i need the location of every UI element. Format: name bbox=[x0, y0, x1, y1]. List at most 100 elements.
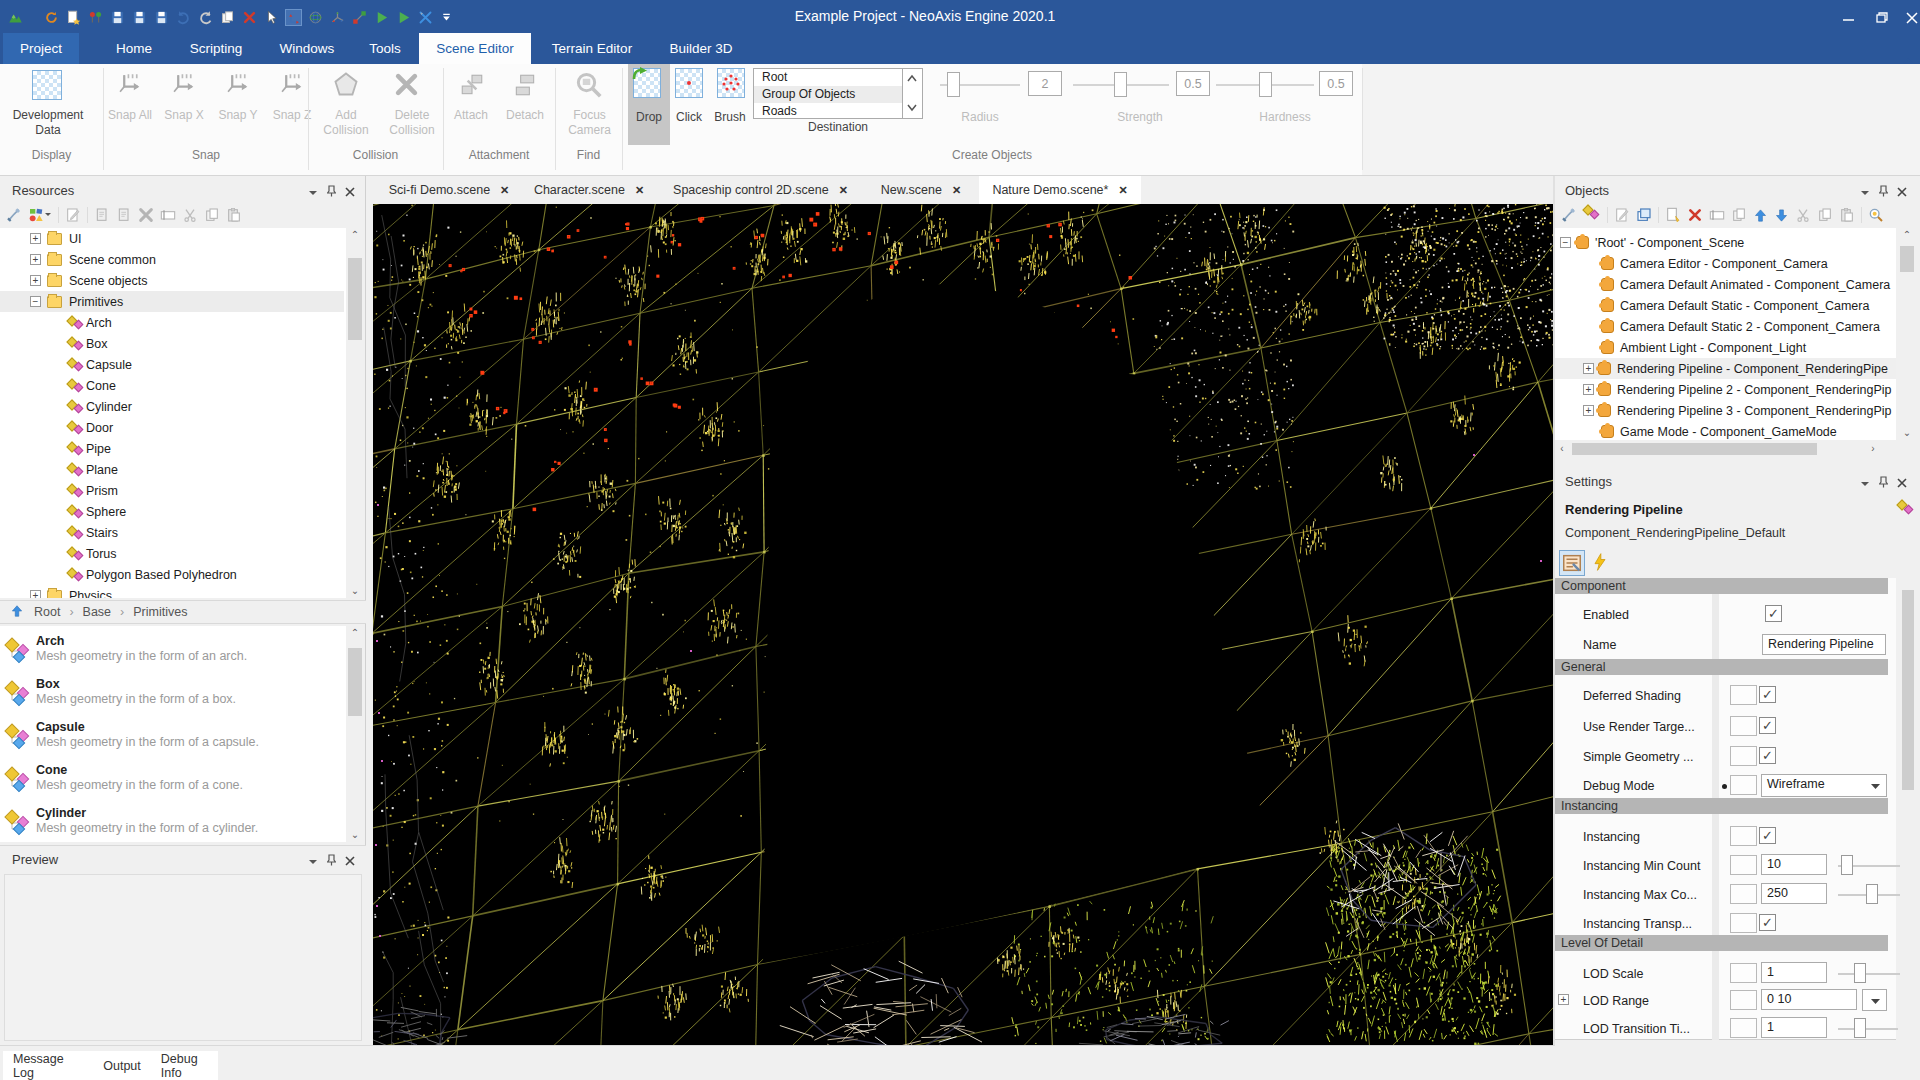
objects-menu-icon[interactable] bbox=[1860, 186, 1870, 200]
resources-tree-scrollbar[interactable]: ⌃ ⌄ bbox=[346, 228, 364, 598]
snap-all-button[interactable]: Snap All bbox=[104, 108, 156, 123]
name-field[interactable]: Rendering Pipeline bbox=[1762, 634, 1886, 655]
detach-button[interactable]: Detach bbox=[500, 108, 550, 123]
lod-range-dropdown-button[interactable] bbox=[1862, 989, 1887, 1011]
hardness-slider-handle[interactable] bbox=[1259, 72, 1272, 97]
use-render-target-checkbox[interactable]: ✓ bbox=[1759, 717, 1776, 734]
resources-edit-icon[interactable] bbox=[65, 207, 81, 223]
objects-rename-icon[interactable] bbox=[1709, 207, 1725, 223]
tab-windows[interactable]: Windows bbox=[262, 33, 352, 64]
breadcrumb-primitives[interactable]: Primitives bbox=[133, 605, 187, 619]
destination-option-root[interactable]: Root bbox=[754, 69, 922, 86]
category-component[interactable]: Component bbox=[1555, 578, 1888, 594]
attach-button[interactable]: Attach bbox=[448, 108, 494, 123]
objects-search-icon[interactable] bbox=[1868, 207, 1884, 223]
radius-slider-handle[interactable] bbox=[947, 72, 960, 97]
destination-option-group[interactable]: Group Of Objects bbox=[754, 86, 922, 103]
tree-item-ui[interactable]: +UI bbox=[0, 228, 344, 249]
objects-cut-icon[interactable] bbox=[1795, 207, 1811, 223]
object-item-camera-default-static[interactable]: Camera Default Static - Component_Camera bbox=[1555, 295, 1896, 316]
lod-scale-handle[interactable] bbox=[1854, 963, 1866, 983]
scene-tab-scifi[interactable]: Sci-fi Demo.scene✕ bbox=[378, 176, 520, 204]
breadcrumb-root[interactable]: Root bbox=[34, 605, 60, 619]
objects-copy-icon[interactable] bbox=[1817, 207, 1833, 223]
tree-item-scene-objects[interactable]: +Scene objects bbox=[0, 270, 344, 291]
resources-menu-icon[interactable] bbox=[308, 186, 318, 200]
tab-project[interactable]: Project bbox=[3, 33, 79, 64]
delete-collision-button[interactable]: Delete Collision bbox=[380, 108, 444, 138]
resources-filter-icon[interactable] bbox=[28, 207, 52, 223]
tree-item-cone[interactable]: Cone bbox=[0, 375, 344, 396]
tab-output[interactable]: Output bbox=[103, 1059, 141, 1073]
lod-range-field[interactable]: 0 10 bbox=[1761, 989, 1857, 1010]
tree-item-primitives[interactable]: −Primitives bbox=[0, 291, 344, 312]
resources-close-icon[interactable] bbox=[345, 186, 355, 200]
radius-value-box[interactable]: 2 bbox=[1028, 71, 1062, 96]
tree-item-sphere[interactable]: Sphere bbox=[0, 501, 344, 522]
scene-tab-character[interactable]: Character.scene✕ bbox=[528, 176, 650, 204]
brush-button[interactable]: Brush bbox=[708, 110, 752, 125]
scene-tab-new[interactable]: New.scene✕ bbox=[871, 176, 971, 204]
simple-geometry-checkbox[interactable]: ✓ bbox=[1759, 747, 1776, 764]
tree-item-arch[interactable]: Arch bbox=[0, 312, 344, 333]
object-item-game-mode[interactable]: Game Mode - Component_GameMode bbox=[1555, 421, 1896, 440]
object-item-rendering-pipeline-3[interactable]: +Rendering Pipeline 3 - Component_Render… bbox=[1555, 400, 1896, 421]
strength-value-box[interactable]: 0.5 bbox=[1176, 71, 1210, 96]
category-instancing[interactable]: Instancing bbox=[1555, 798, 1888, 814]
tree-item-pipe[interactable]: Pipe bbox=[0, 438, 344, 459]
close-button[interactable] bbox=[1897, 11, 1920, 25]
objects-settings-icon[interactable] bbox=[1561, 207, 1577, 223]
tree-item-physics[interactable]: +Physics bbox=[0, 585, 344, 598]
snap-x-button[interactable]: Snap X bbox=[158, 108, 210, 123]
tree-item-capsule[interactable]: Capsule bbox=[0, 354, 344, 375]
snap-y-button[interactable]: Snap Y bbox=[212, 108, 264, 123]
list-item-capsule[interactable]: CapsuleMesh geometry in the form of a ca… bbox=[0, 720, 340, 760]
objects-new-icon[interactable] bbox=[1665, 207, 1681, 223]
resources-import-icon[interactable] bbox=[94, 207, 110, 223]
instancing-transparent-checkbox[interactable]: ✓ bbox=[1759, 914, 1776, 931]
scene-viewport[interactable] bbox=[373, 204, 1553, 1045]
settings-menu-icon[interactable] bbox=[1860, 477, 1870, 491]
objects-tree-vscrollbar[interactable]: ⌃ ⌄ bbox=[1898, 228, 1916, 440]
tree-item-prism[interactable]: Prism bbox=[0, 480, 344, 501]
objects-delete-icon[interactable] bbox=[1687, 207, 1703, 223]
tab-terrain-editor[interactable]: Terrain Editor bbox=[531, 33, 653, 64]
list-item-cone[interactable]: ConeMesh geometry in the form of a cone. bbox=[0, 763, 340, 803]
object-item-root[interactable]: −'Root' - Component_Scene bbox=[1555, 232, 1896, 253]
instancing-min-count-field[interactable]: 10 bbox=[1761, 854, 1827, 875]
resources-delete-icon[interactable] bbox=[138, 207, 154, 223]
instancing-max-count-handle[interactable] bbox=[1866, 884, 1878, 904]
object-item-rendering-pipeline[interactable]: +Rendering Pipeline - Component_Renderin… bbox=[1555, 358, 1896, 379]
destination-option-roads[interactable]: Roads bbox=[754, 103, 922, 120]
destination-scrollbar[interactable] bbox=[902, 69, 922, 118]
list-item-cylinder[interactable]: CylinderMesh geometry in the form of a c… bbox=[0, 806, 340, 842]
objects-pin-icon[interactable] bbox=[1879, 185, 1888, 200]
drop-button[interactable]: Drop bbox=[628, 110, 670, 125]
tab-home[interactable]: Home bbox=[96, 33, 172, 64]
deferred-shading-checkbox[interactable]: ✓ bbox=[1759, 686, 1776, 703]
development-data-button[interactable]: Development Data bbox=[0, 108, 96, 138]
instancing-min-count-handle[interactable] bbox=[1841, 855, 1853, 875]
settings-events-button[interactable] bbox=[1590, 552, 1612, 574]
lod-scale-field[interactable]: 1 bbox=[1761, 962, 1827, 983]
settings-pin-icon[interactable] bbox=[1879, 476, 1888, 491]
objects-mesh-icon[interactable] bbox=[1583, 205, 1601, 225]
resources-rename-icon[interactable] bbox=[160, 207, 176, 223]
scene-tab-nature-demo[interactable]: Nature Demo.scene*✕ bbox=[979, 176, 1141, 204]
object-item-camera-editor[interactable]: Camera Editor - Component_Camera bbox=[1555, 253, 1896, 274]
tab-scene-editor[interactable]: Scene Editor bbox=[419, 33, 531, 64]
category-level-of-detail[interactable]: Level Of Detail bbox=[1555, 935, 1888, 951]
enabled-checkbox[interactable]: ✓ bbox=[1765, 605, 1782, 622]
objects-window-icon[interactable] bbox=[1636, 207, 1652, 223]
list-item-arch[interactable]: ArchMesh geometry in the form of an arch… bbox=[0, 634, 340, 674]
object-item-camera-default-static-2[interactable]: Camera Default Static 2 - Component_Came… bbox=[1555, 316, 1896, 337]
objects-move-down-icon[interactable] bbox=[1774, 208, 1789, 223]
preview-close-icon[interactable] bbox=[345, 855, 355, 869]
resources-pin-icon[interactable] bbox=[327, 185, 336, 200]
hardness-value-box[interactable]: 0.5 bbox=[1319, 71, 1353, 96]
preview-menu-icon[interactable] bbox=[308, 855, 318, 869]
tree-item-plane[interactable]: Plane bbox=[0, 459, 344, 480]
strength-slider-handle[interactable] bbox=[1114, 72, 1127, 97]
add-collision-button[interactable]: Add Collision bbox=[315, 108, 377, 138]
restore-button[interactable] bbox=[1865, 11, 1895, 25]
